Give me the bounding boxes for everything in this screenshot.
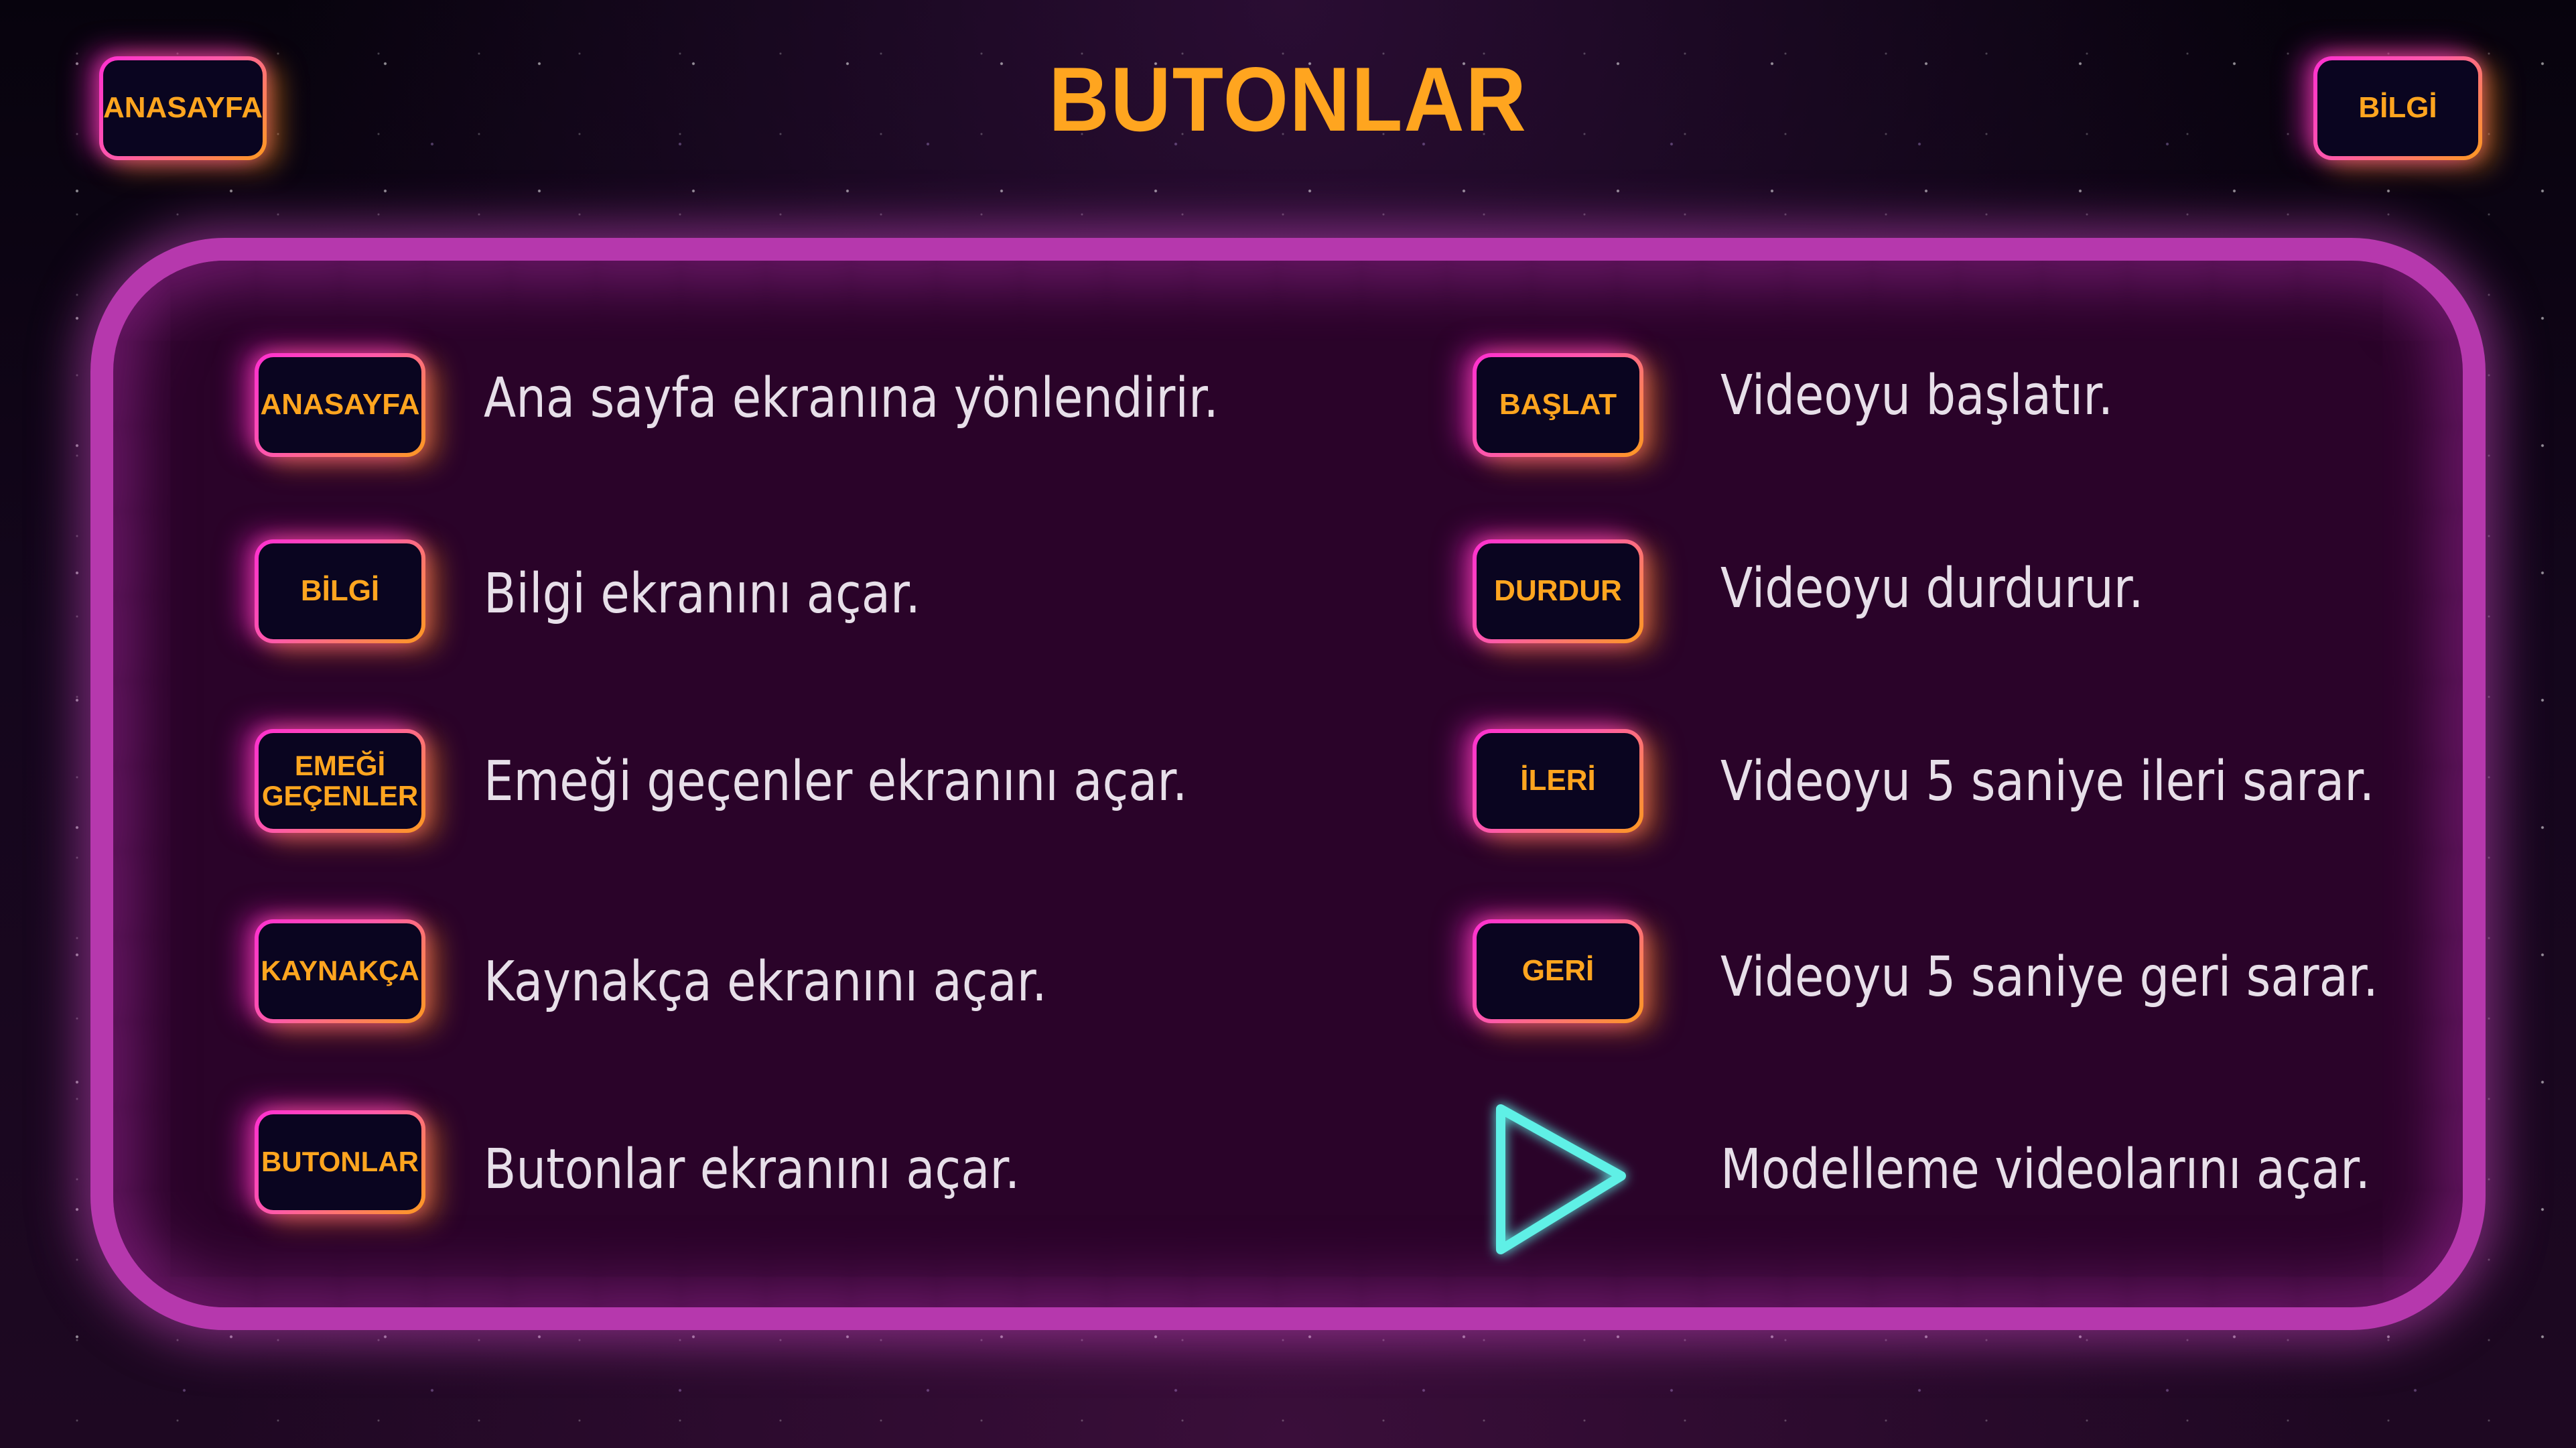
legend-start-button-label: BAŞLAT	[1499, 388, 1617, 421]
legend-forward-button[interactable]: İLERİ	[1473, 729, 1643, 833]
info-button[interactable]: BİLGİ	[2313, 56, 2482, 160]
info-button-label: BİLGİ	[2358, 91, 2437, 125]
legend-references-description: Kaynakça ekranını açar.	[484, 950, 1047, 1014]
legend-forward-description: Videoyu 5 saniye ileri sarar.	[1720, 750, 2375, 813]
legend-play-description: Modelleme videolarını açar.	[1720, 1138, 2371, 1201]
legend-info-button-label: BİLGİ	[300, 574, 380, 608]
legend-references-button-label: KAYNAKÇA	[261, 955, 419, 987]
legend-info-button[interactable]: BİLGİ	[255, 539, 425, 643]
legend-buttons-button[interactable]: BUTONLAR	[255, 1110, 425, 1214]
legend-buttons-button-label: BUTONLAR	[261, 1146, 419, 1178]
legend-home-description: Ana sayfa ekranına yönlendirir.	[484, 367, 1219, 430]
play-triangle-icon[interactable]	[1474, 1092, 1648, 1266]
legend-start-description: Videoyu başlatır.	[1720, 364, 2114, 427]
legend-credits-description: Emeği geçenler ekranını açar.	[484, 750, 1188, 813]
legend-back-button-label: GERİ	[1521, 954, 1595, 988]
legend-home-button-label: ANASAYFA	[260, 388, 420, 421]
legend-back-description: Videoyu 5 saniye geri sarar.	[1720, 945, 2378, 1009]
legend-credits-label-line1: EMEĞİ	[294, 750, 386, 782]
legend-credits-button[interactable]: EMEĞİ GEÇENLER	[255, 729, 425, 833]
legend-buttons-description: Butonlar ekranını açar.	[484, 1138, 1020, 1201]
legend-credits-button-label: EMEĞİ GEÇENLER	[262, 751, 418, 810]
legend-info-description: Bilgi ekranını açar.	[484, 562, 921, 626]
legend-start-button[interactable]: BAŞLAT	[1473, 353, 1643, 457]
legend-credits-label-line2: GEÇENLER	[261, 779, 419, 811]
page-title: BUTONLAR	[1048, 48, 1528, 150]
legend-stop-button-label: DURDUR	[1494, 574, 1622, 608]
legend-forward-button-label: İLERİ	[1520, 764, 1596, 797]
legend-references-button[interactable]: KAYNAKÇA	[255, 919, 425, 1023]
legend-back-button[interactable]: GERİ	[1473, 919, 1643, 1023]
legend-stop-button[interactable]: DURDUR	[1473, 539, 1643, 643]
legend-home-button[interactable]: ANASAYFA	[255, 353, 425, 457]
legend-stop-description: Videoyu durdurur.	[1720, 557, 2144, 620]
